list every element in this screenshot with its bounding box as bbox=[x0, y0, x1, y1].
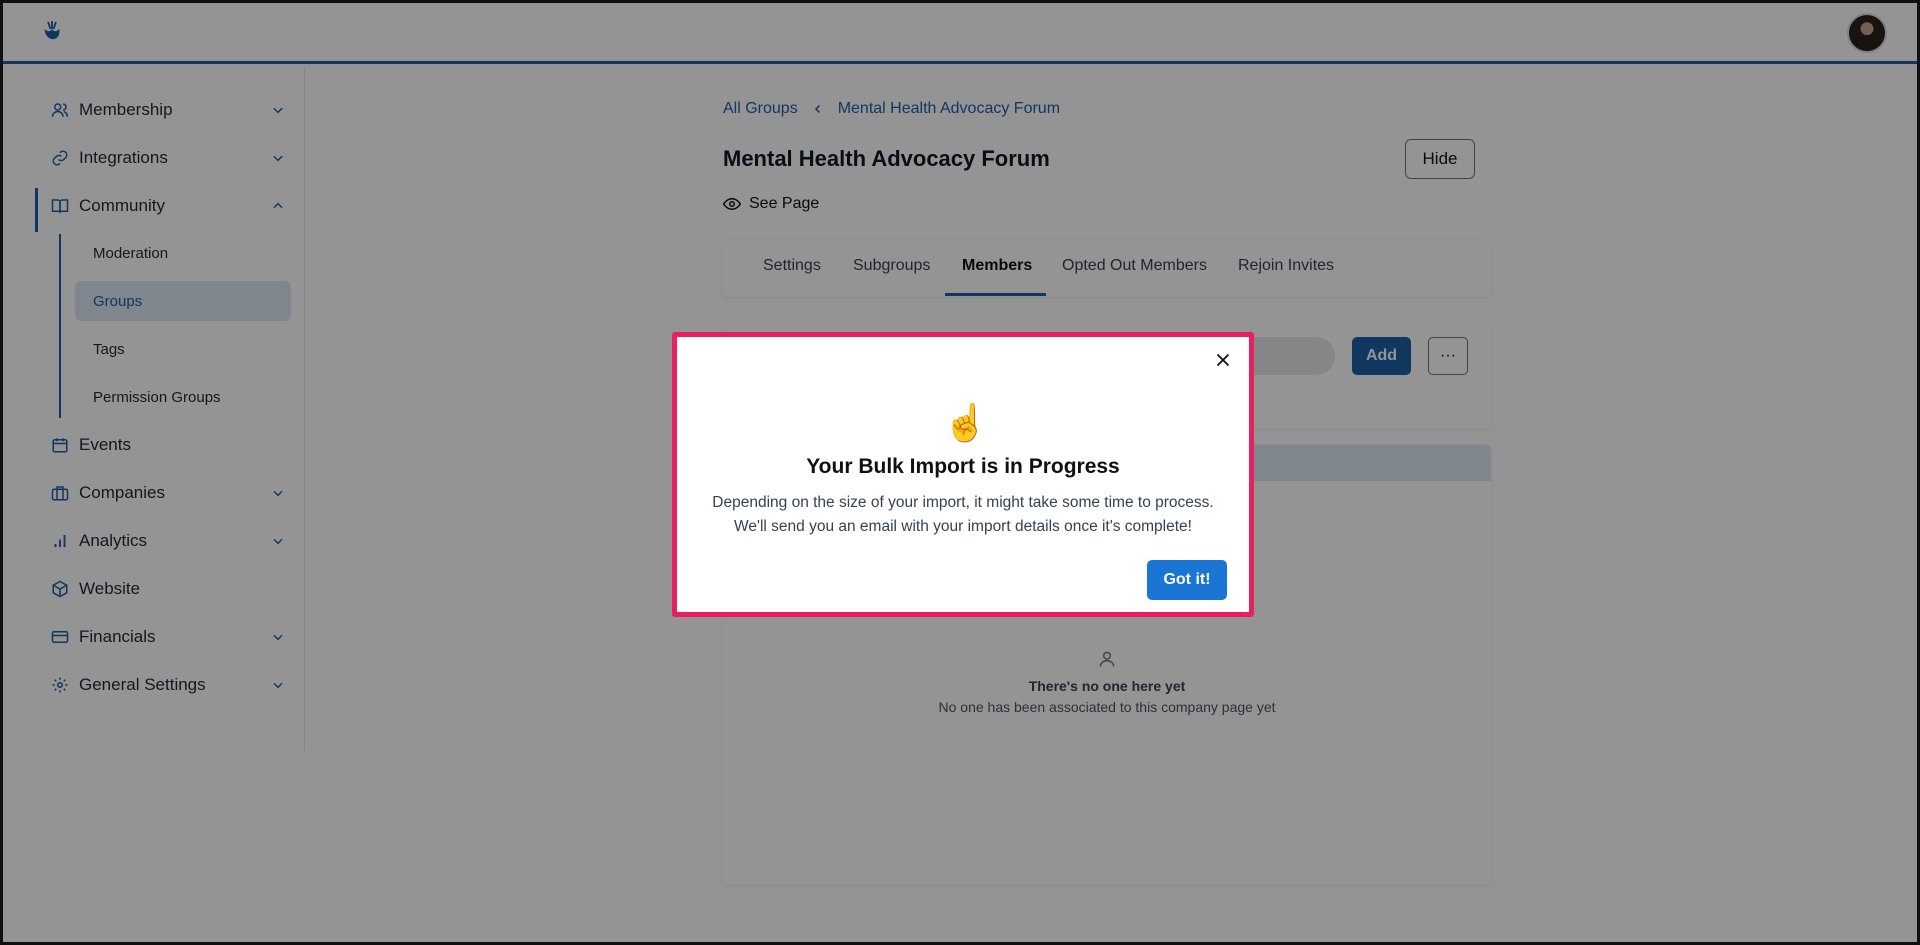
modal-body-line: Depending on the size of your import, it… bbox=[712, 494, 1214, 511]
modal-body: Depending on the size of your import, it… bbox=[672, 491, 1254, 539]
modal-body-line: We'll send you an email with your import… bbox=[734, 518, 1192, 535]
got-it-button[interactable]: Got it! bbox=[1147, 560, 1227, 600]
app-window: Membership Integrations Community Modera… bbox=[0, 0, 1920, 945]
pointing-up-icon: ☝️ bbox=[943, 402, 988, 443]
close-icon[interactable] bbox=[1212, 349, 1234, 371]
modal-title: Your Bulk Import is in Progress bbox=[806, 455, 1120, 478]
